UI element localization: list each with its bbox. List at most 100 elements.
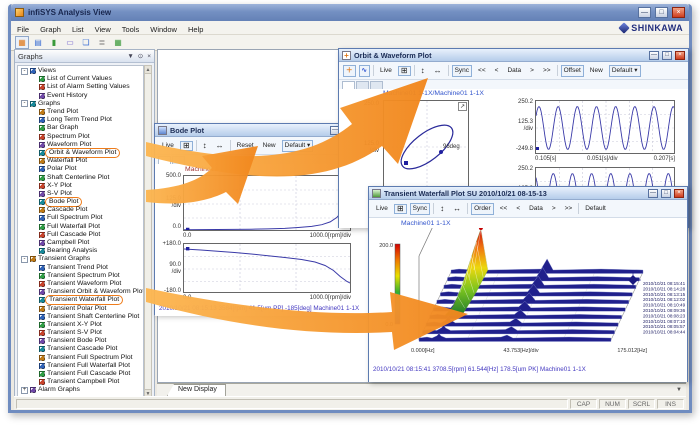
tree-item-event-history[interactable]: Event History: [18, 92, 143, 100]
menu-graph[interactable]: Graph: [40, 25, 61, 34]
tree-item-graphs[interactable]: - Graphs: [18, 100, 143, 108]
tree-item-views[interactable]: - Views: [18, 67, 143, 75]
orbit-next-button[interactable]: >: [527, 65, 537, 77]
bode-phase-chart[interactable]: [183, 243, 351, 293]
waterfall-minimize-button[interactable]: —: [648, 188, 658, 198]
tree-item-campbell-plot[interactable]: Campbell Plot: [18, 239, 143, 247]
minimize-button[interactable]: —: [638, 7, 651, 18]
tree-item-transient-bode-plot[interactable]: Transient Bode Plot: [18, 337, 143, 345]
panel-close-icon[interactable]: ×: [147, 53, 151, 60]
waveform-chart-top[interactable]: [535, 100, 675, 154]
close-button[interactable]: ×: [672, 7, 685, 18]
tree-item-transient-graphs[interactable]: - Transient Graphs: [18, 255, 143, 263]
expand-icon[interactable]: -: [21, 255, 28, 263]
new-list-icon[interactable]: ▤: [31, 36, 45, 49]
mini-tab[interactable]: [172, 156, 185, 164]
expand-icon[interactable]: +: [21, 386, 28, 394]
scroll-up-icon[interactable]: ▲: [145, 66, 151, 74]
menu-list[interactable]: List: [72, 25, 84, 34]
preset-dropdown[interactable]: Default: [582, 203, 609, 215]
waterfall-3d-chart[interactable]: 200.00.02010/10/21 08:15:412010/10/21 08…: [371, 228, 685, 360]
expand-icon[interactable]: -: [21, 67, 28, 75]
maximize-button[interactable]: □: [655, 7, 668, 18]
waterfall-last-button[interactable]: >>: [562, 203, 576, 215]
waveform-mode-icon[interactable]: ∿: [358, 64, 370, 77]
tree-item-spectrum-plot[interactable]: Spectrum Plot: [18, 133, 143, 141]
mini-tab[interactable]: [370, 81, 383, 89]
sync-button[interactable]: Sync: [409, 202, 431, 215]
tree-item-shaft-centerline-plot[interactable]: Shaft Centerline Plot: [18, 173, 143, 181]
tree-item-full-spectrum-plot[interactable]: Full Spectrum Plot: [18, 214, 143, 222]
window-cascade-icon[interactable]: ❏: [79, 36, 93, 49]
display-window-icon[interactable]: ▦: [15, 36, 29, 49]
tree-item-orbit-waveform-plot[interactable]: Orbit & Waveform Plot: [18, 147, 143, 158]
new-button[interactable]: New: [587, 65, 606, 77]
grid-layout-icon[interactable]: ⊞: [393, 203, 407, 214]
offset-button[interactable]: Offset: [560, 64, 584, 77]
orbit-close-button[interactable]: ×: [675, 50, 685, 60]
tree-item-long-term-trend-plot[interactable]: Long Term Trend Plot: [18, 116, 143, 124]
menu-help[interactable]: Help: [188, 25, 203, 34]
bar-graph-icon[interactable]: ▮: [47, 36, 61, 49]
waterfall-data-button[interactable]: Data: [526, 203, 546, 215]
tree-item-transient-x-y-plot[interactable]: Transient X-Y Plot: [18, 321, 143, 329]
grid-layout-icon[interactable]: ⊞: [397, 65, 411, 76]
tree-item-waterfall-plot[interactable]: Waterfall Plot: [18, 157, 143, 165]
live-button[interactable]: Live: [159, 140, 177, 152]
waterfall-next-button[interactable]: >: [549, 203, 559, 215]
waterfall-maximize-button[interactable]: □: [661, 188, 671, 198]
tree-item-transient-campbell-plot[interactable]: Transient Campbell Plot: [18, 378, 143, 386]
tree-item-x-y-plot[interactable]: X-Y Plot: [18, 182, 143, 190]
vertical-scale-icon[interactable]: ↕: [200, 141, 210, 151]
tree-item-transient-cascade-plot[interactable]: Transient Cascade Plot: [18, 345, 143, 353]
tree-item-transient-trend-plot[interactable]: Transient Trend Plot: [18, 264, 143, 272]
waterfall-prev-button[interactable]: <: [513, 203, 523, 215]
monitor-view-icon[interactable]: ▭: [63, 36, 77, 49]
menu-view[interactable]: View: [95, 25, 111, 34]
expand-icon[interactable]: -: [21, 100, 28, 108]
tree-item-transient-polar-plot[interactable]: Transient Polar Plot: [18, 304, 143, 312]
orbit-minimize-button[interactable]: —: [649, 50, 659, 60]
orbit-first-button[interactable]: <<: [475, 65, 489, 77]
tree-item-list-of-current-values[interactable]: List of Current Values: [18, 75, 143, 83]
mini-tab[interactable]: [356, 81, 369, 89]
sync-button[interactable]: Sync: [451, 64, 473, 77]
waterfall-first-button[interactable]: <<: [497, 203, 511, 215]
horizontal-scale-icon[interactable]: ↔: [213, 141, 227, 151]
grid-layout-icon[interactable]: ⊞: [179, 140, 193, 151]
preset-dropdown[interactable]: Default ▾: [608, 64, 641, 77]
waterfall-close-button[interactable]: ×: [674, 188, 684, 198]
tree-item-transient-full-waterfall-plot[interactable]: Transient Full Waterfall Plot: [18, 362, 143, 370]
tree-item-transient-shaft-centerline-plot[interactable]: Transient Shaft Centerline Plot: [18, 313, 143, 321]
tree-item-s-v-plot[interactable]: S-V Plot: [18, 190, 143, 198]
order-button[interactable]: Order: [471, 202, 494, 215]
tree-item-full-cascade-plot[interactable]: Full Cascade Plot: [18, 231, 143, 239]
tree-item-transient-full-spectrum-plot[interactable]: Transient Full Spectrum Plot: [18, 354, 143, 362]
menu-window[interactable]: Window: [150, 25, 177, 34]
reset-button[interactable]: Reset: [234, 140, 257, 152]
tree-item-transient-full-cascade-plot[interactable]: Transient Full Cascade Plot: [18, 370, 143, 378]
tab-new-display[interactable]: New Display: [167, 384, 226, 396]
tree-item-alarm-graphs[interactable]: + Alarm Graphs: [18, 386, 143, 394]
orbit-last-button[interactable]: >>: [540, 65, 554, 77]
pin-icon[interactable]: ⊙: [138, 52, 143, 60]
tree-item-trend-plot[interactable]: Trend Plot: [18, 108, 143, 116]
orbit-mode-icon[interactable]: ＋: [343, 64, 356, 77]
menu-file[interactable]: File: [17, 25, 29, 34]
tab-list-dropdown-icon[interactable]: ▼: [676, 387, 682, 393]
new-button[interactable]: New: [260, 140, 279, 152]
bode-amplitude-chart[interactable]: [183, 175, 351, 231]
mini-tab[interactable]: [342, 81, 355, 89]
tree-scrollbar[interactable]: ▲ ▼: [144, 65, 152, 398]
vertical-scale-icon[interactable]: ↕: [418, 66, 428, 76]
tree-item-bearing-analysis[interactable]: Bearing Analysis: [18, 247, 143, 255]
orbit-data-button[interactable]: Data: [504, 65, 524, 77]
tree-item-bar-graph[interactable]: Bar Graph: [18, 124, 143, 132]
tree-item-transient-s-v-plot[interactable]: Transient S-V Plot: [18, 329, 143, 337]
tree-item-list-of-alarm-setting-values[interactable]: List of Alarm Setting Values: [18, 83, 143, 91]
panel-menu-icon[interactable]: ▼: [127, 53, 133, 60]
vertical-scale-icon[interactable]: ↕: [437, 204, 447, 214]
table-view-icon[interactable]: ▦: [111, 36, 125, 49]
live-button[interactable]: Live: [377, 65, 395, 77]
tree-item-bode-plot[interactable]: Bode Plot: [18, 197, 143, 208]
